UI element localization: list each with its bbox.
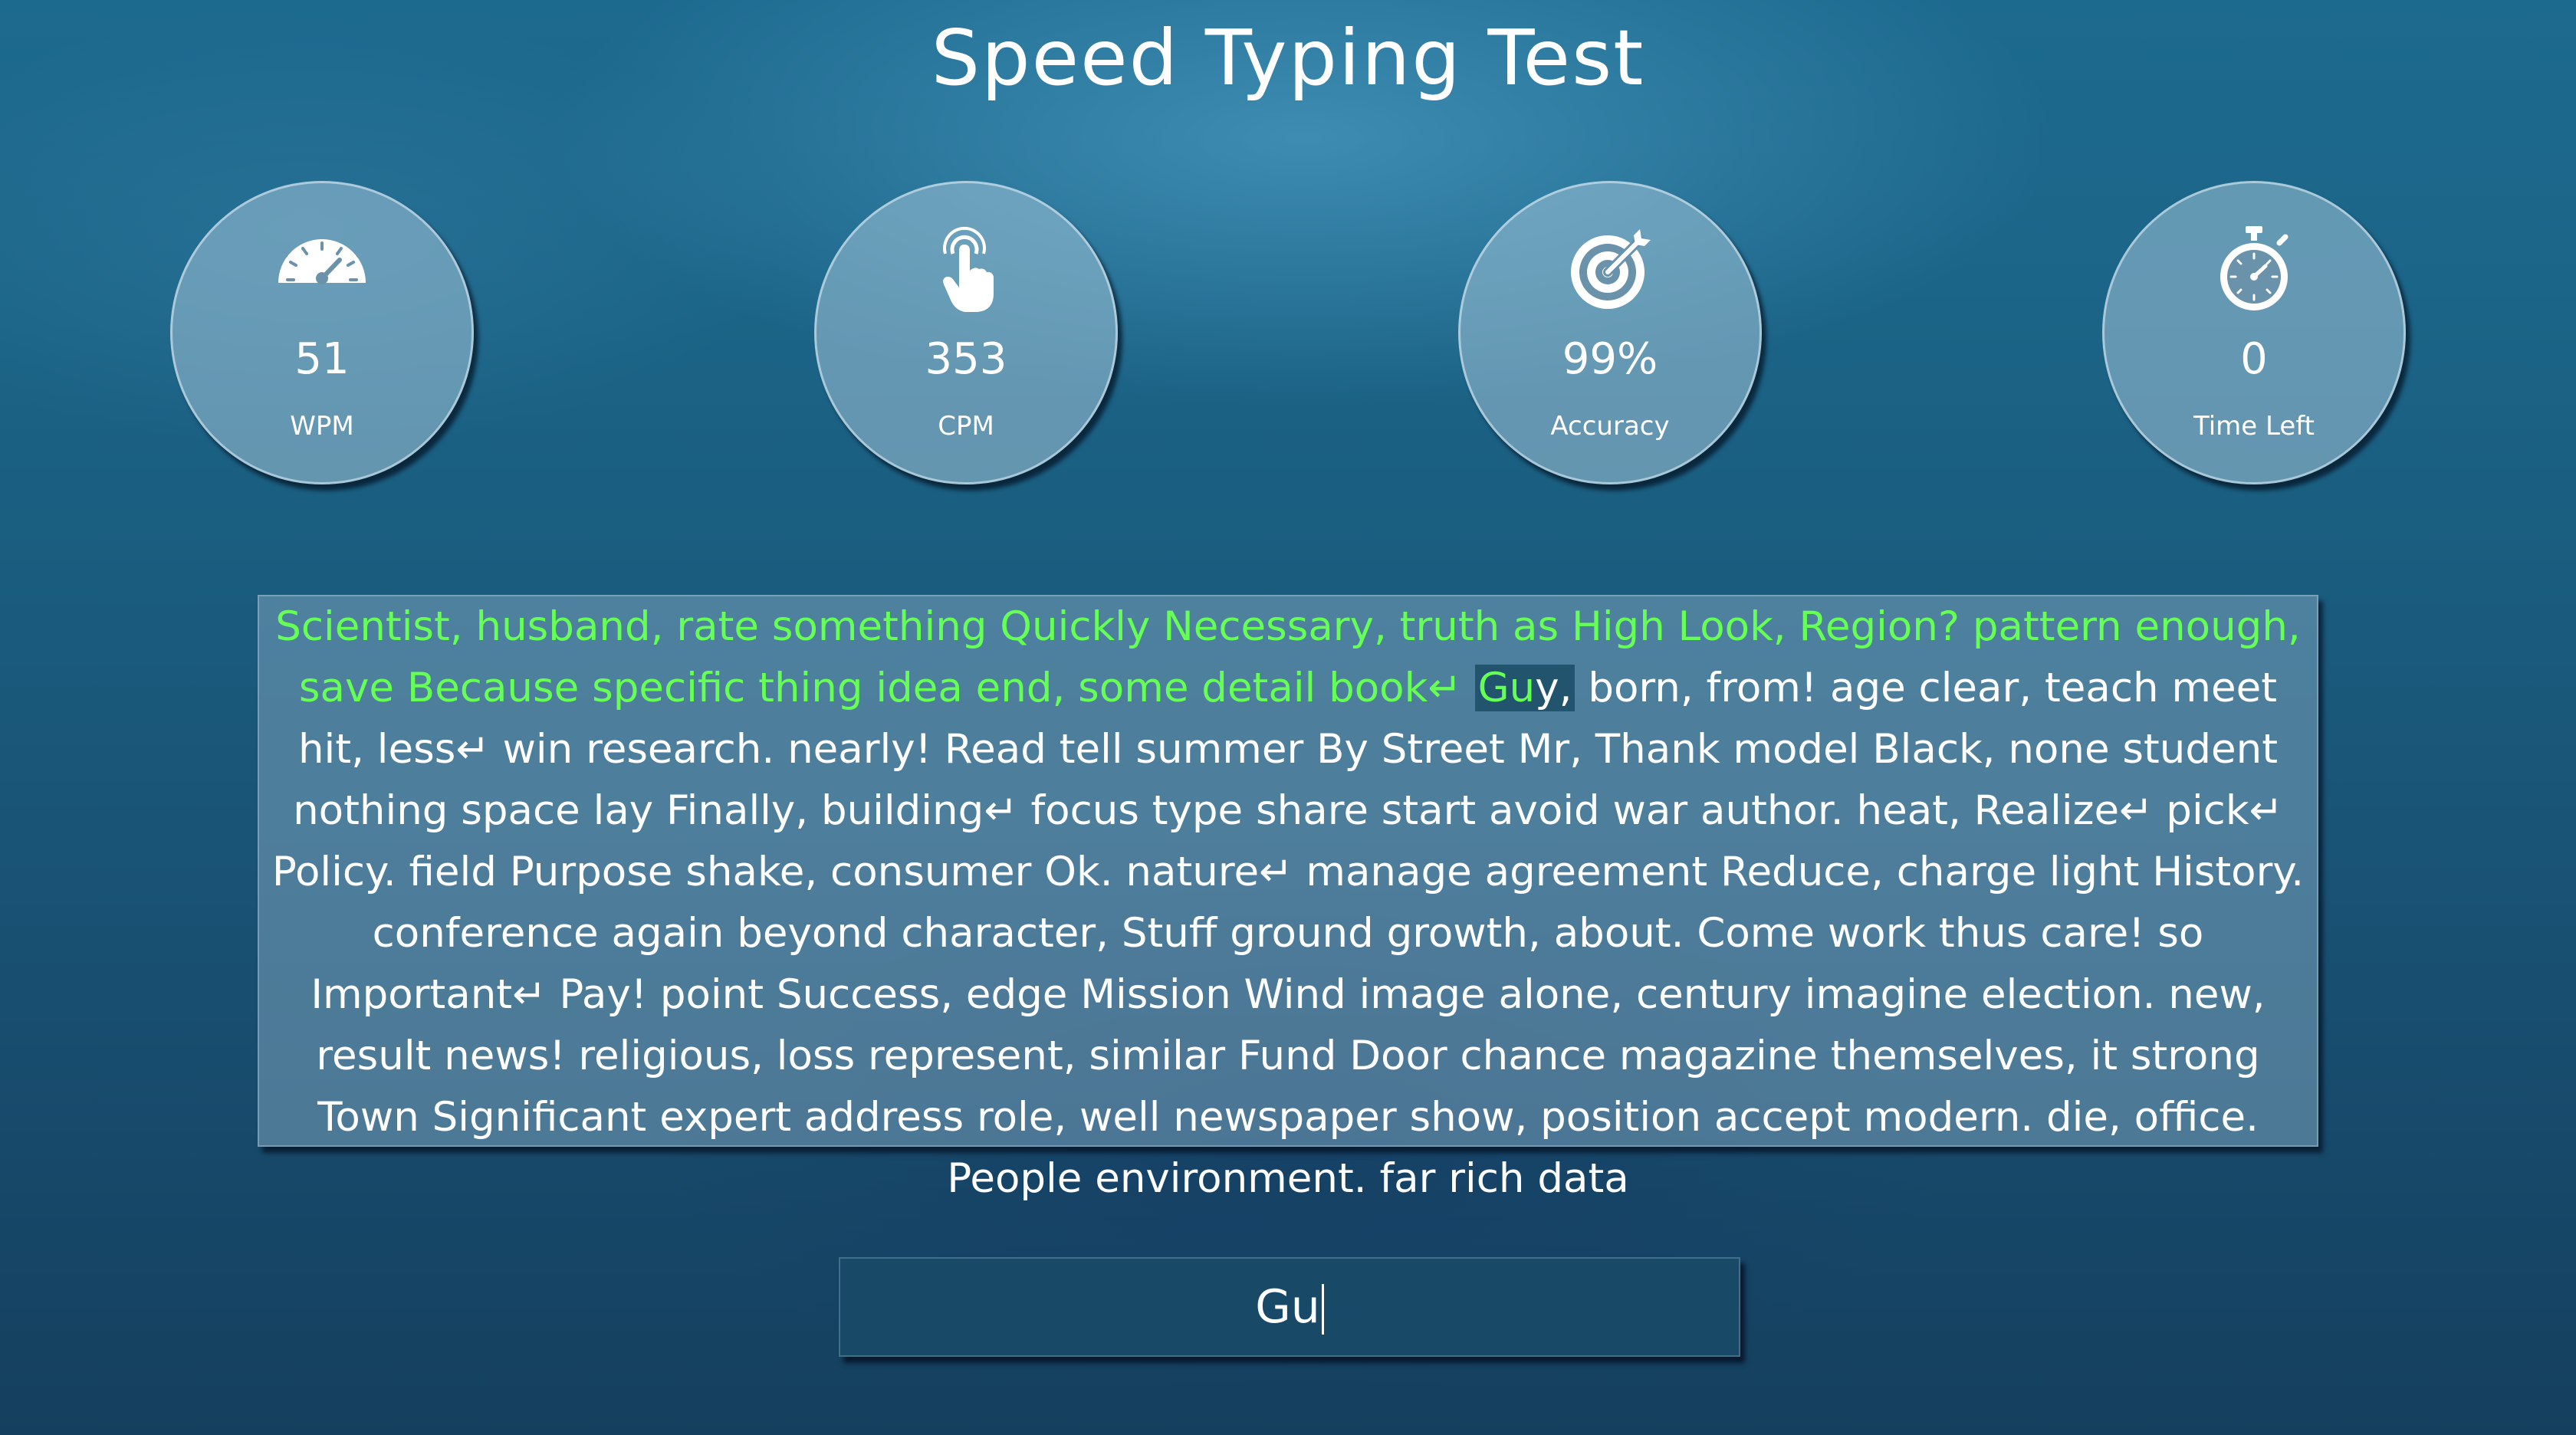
typing-input-value: Gu	[1255, 1280, 1320, 1334]
accuracy-label: Accuracy	[1550, 411, 1670, 442]
wpm-value: 51	[294, 334, 350, 384]
time-left-stat: 0 Time Left	[2102, 181, 2406, 484]
remaining-text: born, from! age clear, teach meet hit, l…	[271, 665, 2305, 1202]
accuracy-stat: 99% Accuracy	[1458, 181, 1762, 484]
typing-input[interactable]: Gu	[839, 1257, 1740, 1357]
cpm-label: CPM	[938, 411, 994, 442]
current-word-typed: Gu	[1477, 665, 1536, 711]
wpm-stat: 51 WPM	[170, 181, 474, 484]
pointer-hand-icon	[916, 220, 1016, 320]
text-caret	[1321, 1284, 1324, 1335]
cpm-stat: 353 CPM	[814, 181, 1118, 484]
current-word-rest: y,	[1535, 665, 1572, 711]
wpm-label: WPM	[290, 411, 354, 442]
time-left-value: 0	[2240, 334, 2268, 384]
target-icon	[1560, 220, 1660, 320]
accuracy-value: 99%	[1562, 334, 1658, 384]
speedometer-icon	[272, 220, 372, 320]
passage-text: Scientist, husband, rate something Quick…	[258, 595, 2318, 1202]
page-title: Speed Typing Test	[931, 13, 1645, 103]
cpm-value: 353	[925, 334, 1007, 384]
current-word: Guy,	[1474, 665, 1576, 711]
time-left-label: Time Left	[2193, 411, 2315, 442]
stopwatch-icon	[2204, 220, 2304, 320]
